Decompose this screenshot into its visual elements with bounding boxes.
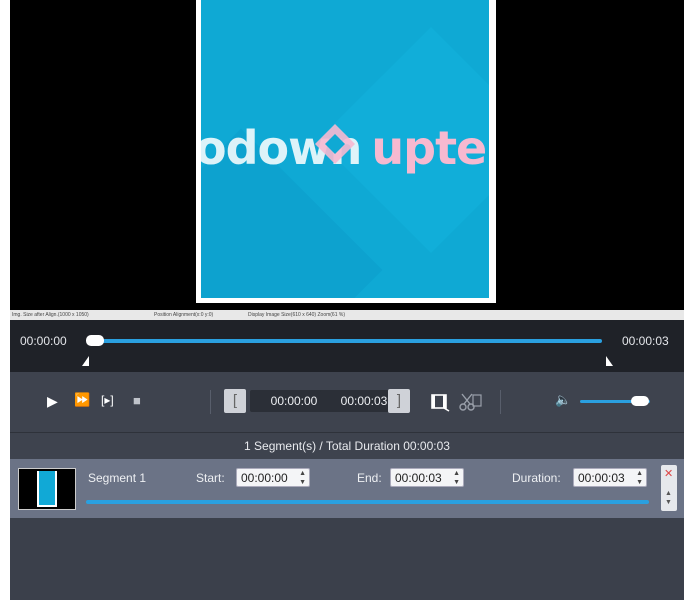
playback-controls: ▶ ⏩ [▸] ■ [ 00:00:00 00:00:03 ] 🔈	[10, 372, 684, 432]
duration-label: Duration:	[512, 471, 561, 485]
divider	[210, 390, 211, 414]
spinner-arrows-icon[interactable]: ▲ ▼	[299, 469, 306, 487]
video-cutter-window: odown upte Img. Size after Align.(1000 x …	[10, 0, 684, 600]
timeline-track[interactable]	[94, 339, 602, 343]
end-time: 00:00:03	[622, 334, 669, 348]
move-segment-arrows-icon[interactable]: ▲ ▼	[665, 489, 672, 507]
segment-duration-value: 00:00:03	[578, 471, 625, 485]
delete-segment-icon[interactable]: ✕	[664, 467, 673, 480]
display-info: Display Image Size(610 x 640) Zoom(61 %)	[248, 312, 345, 318]
video-frame: odown upte	[196, 0, 496, 303]
playhead-handle[interactable]	[86, 335, 104, 346]
start-label: Start:	[196, 471, 225, 485]
cut-scissors-icon[interactable]	[458, 392, 482, 412]
segment-thumbnail	[18, 468, 76, 510]
segment-side-controls: ✕ ▲ ▼	[661, 465, 677, 511]
set-end-button[interactable]: ]	[388, 389, 410, 413]
current-time: 00:00:00	[20, 334, 67, 348]
position-info: Position Alignment(x:0 y:0)	[154, 312, 214, 318]
segment-summary: 1 Segment(s) / Total Duration 00:00:03	[10, 432, 684, 459]
segment-range-bar	[86, 500, 649, 504]
add-segment-film-icon[interactable]	[430, 392, 450, 412]
end-marker-handle[interactable]	[606, 356, 613, 366]
segment-list: Segment 1 Start: 00:00:00 ▲ ▼ End: 00:00:…	[10, 459, 684, 600]
divider	[500, 390, 501, 414]
preview-area: odown upte	[10, 0, 684, 310]
segment-end-value: 00:00:03	[395, 471, 442, 485]
play-icon[interactable]: ▶	[47, 393, 58, 410]
segment-row[interactable]: Segment 1 Start: 00:00:00 ▲ ▼ End: 00:00:…	[10, 459, 684, 518]
stop-icon[interactable]: ■	[133, 393, 141, 408]
spinner-arrows-icon[interactable]: ▲ ▼	[453, 469, 460, 487]
timeline: 00:00:00 00:00:03	[10, 320, 684, 372]
segment-start-field[interactable]: 00:00:00 ▲ ▼	[236, 468, 310, 487]
segment-thumbnail-image	[39, 471, 55, 505]
fast-forward-icon[interactable]: ⏩	[74, 392, 90, 408]
logo-diamond-icon	[315, 124, 355, 164]
set-start-button[interactable]: [	[224, 389, 246, 413]
frame-step-icon[interactable]: [▸]	[101, 393, 114, 407]
volume-slider-handle[interactable]	[630, 396, 649, 406]
logo-text-pink: upte	[371, 121, 487, 175]
end-label: End:	[357, 471, 382, 485]
segment-duration-field[interactable]: 00:00:03 ▲ ▼	[573, 468, 647, 487]
img-size-info: Img. Size after Align.(1000 x 1050)	[12, 312, 89, 318]
spinner-arrows-icon[interactable]: ▲ ▼	[636, 469, 643, 487]
segment-name: Segment 1	[88, 471, 147, 485]
image-info-bar: Img. Size after Align.(1000 x 1050) Posi…	[10, 310, 684, 320]
start-marker-handle[interactable]	[82, 356, 89, 366]
video-frame-image: odown upte	[201, 0, 489, 298]
volume-icon[interactable]: 🔈	[555, 392, 571, 408]
segment-end-field[interactable]: 00:00:03 ▲ ▼	[390, 468, 464, 487]
segment-start-value: 00:00:00	[241, 471, 288, 485]
segment-thumbnail-frame	[37, 471, 57, 507]
